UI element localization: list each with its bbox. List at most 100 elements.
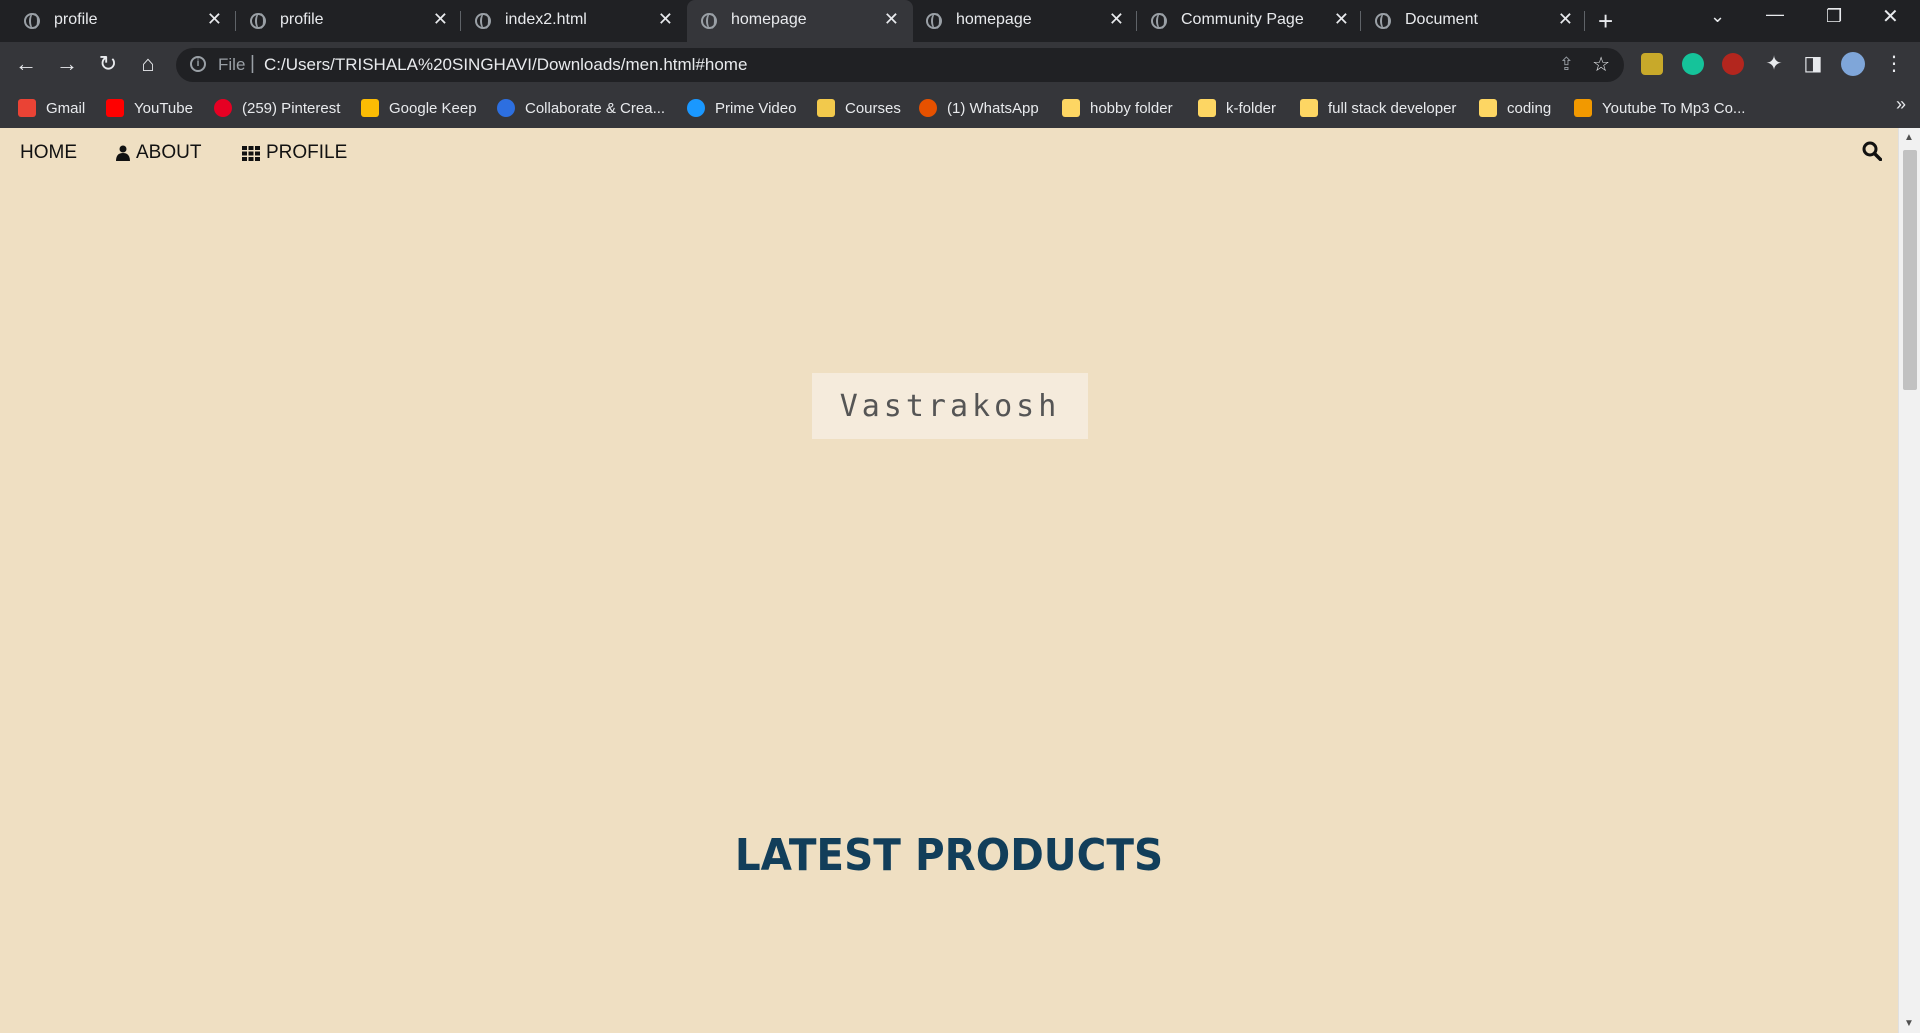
nav-profile-label: PROFILE bbox=[266, 142, 348, 163]
canva-icon bbox=[497, 99, 515, 117]
close-icon[interactable]: ✕ bbox=[658, 9, 673, 30]
close-icon[interactable]: ✕ bbox=[1334, 9, 1349, 30]
bookmark-label: k-folder bbox=[1226, 99, 1277, 117]
bookmark-label: Courses bbox=[845, 99, 901, 117]
tab-community-page[interactable]: Community Page ✕ bbox=[1137, 0, 1363, 42]
bookmark-label: Google Keep bbox=[389, 99, 477, 117]
ublock-icon[interactable] bbox=[1722, 53, 1744, 75]
pinterest-icon bbox=[214, 99, 232, 117]
address-bar[interactable]: i File | C:/Users/TRISHALA%20SINGHAVI/Do… bbox=[176, 48, 1624, 82]
window-close-icon[interactable]: ✕ bbox=[1882, 4, 1899, 29]
scroll-down-arrow-icon[interactable]: ▼ bbox=[1904, 1018, 1914, 1029]
tab-strip: profile ✕ profile ✕ index2.html ✕ homepa… bbox=[0, 0, 1920, 42]
close-icon[interactable]: ✕ bbox=[1558, 9, 1573, 30]
menu-icon[interactable]: ⋮ bbox=[1880, 51, 1908, 76]
bookmarks-bar: Gmail YouTube (259) Pinterest Google Kee… bbox=[0, 88, 1920, 128]
folder-icon bbox=[1300, 99, 1318, 117]
bookmark-gmail[interactable]: Gmail bbox=[18, 96, 85, 120]
extensions-puzzle-icon[interactable]: ✦ bbox=[1760, 51, 1788, 76]
site-navbar: HOME ABOUT PROFILE bbox=[0, 128, 1898, 180]
folder-icon bbox=[1479, 99, 1497, 117]
whatsapp-alert-icon bbox=[919, 99, 937, 117]
tab-homepage[interactable]: homepage ✕ bbox=[912, 0, 1138, 42]
bookmark-coding[interactable]: coding bbox=[1479, 96, 1551, 120]
tab-search-icon[interactable]: ⌄ bbox=[1710, 6, 1725, 27]
browser-chrome: profile ✕ profile ✕ index2.html ✕ homepa… bbox=[0, 0, 1920, 128]
restore-icon[interactable]: ❐ bbox=[1826, 6, 1842, 27]
folder-icon bbox=[1062, 99, 1080, 117]
profile-avatar[interactable] bbox=[1841, 52, 1865, 76]
brand-name: Vastrakosh bbox=[839, 388, 1061, 424]
close-icon[interactable]: ✕ bbox=[207, 9, 222, 30]
reload-icon[interactable]: ↻ bbox=[94, 51, 122, 77]
nav-about-label: ABOUT bbox=[136, 142, 202, 163]
new-tab-button[interactable]: + bbox=[1598, 6, 1613, 37]
close-icon[interactable]: ✕ bbox=[1109, 9, 1124, 30]
scroll-thumb[interactable] bbox=[1903, 150, 1917, 390]
address-url[interactable]: C:/Users/TRISHALA%20SINGHAVI/Downloads/m… bbox=[264, 55, 747, 75]
tab-title: Community Page bbox=[1181, 11, 1304, 28]
tab-profile-1[interactable]: profile ✕ bbox=[10, 0, 236, 42]
bookmark-label: (259) Pinterest bbox=[242, 99, 341, 117]
prime-video-icon bbox=[687, 99, 705, 117]
nav-home-label: HOME bbox=[20, 142, 77, 163]
nav-about[interactable]: ABOUT bbox=[116, 142, 201, 164]
info-icon[interactable]: i bbox=[190, 56, 206, 72]
latest-products-heading: LATEST PRODUCTS bbox=[734, 830, 1164, 881]
bookmark-label: Youtube To Mp3 Co... bbox=[1602, 99, 1746, 117]
gmail-icon bbox=[18, 99, 36, 117]
bookmark-k-folder[interactable]: k-folder bbox=[1198, 96, 1276, 120]
more-bookmarks-icon[interactable]: » bbox=[1896, 94, 1906, 115]
bookmark-youtube-to-mp3[interactable]: Youtube To Mp3 Co... bbox=[1574, 96, 1745, 120]
bookmark-whatsapp[interactable]: (1) WhatsApp bbox=[919, 96, 1039, 120]
bookmark-label: Gmail bbox=[46, 99, 86, 117]
bookmark-youtube[interactable]: YouTube bbox=[106, 96, 193, 120]
close-icon[interactable]: ✕ bbox=[884, 9, 899, 30]
search-icon[interactable] bbox=[1862, 141, 1882, 161]
close-icon[interactable]: ✕ bbox=[433, 9, 448, 30]
bookmark-label: YouTube bbox=[134, 99, 193, 117]
bookmark-star-icon[interactable]: ☆ bbox=[1592, 52, 1610, 77]
side-panel-icon[interactable]: ◨ bbox=[1799, 51, 1827, 76]
bookmark-label: Collaborate & Crea... bbox=[525, 99, 666, 117]
grammarly-icon[interactable] bbox=[1682, 53, 1704, 75]
bookmark-google-keep[interactable]: Google Keep bbox=[361, 96, 477, 120]
bookmark-label: Prime Video bbox=[715, 99, 797, 117]
tab-homepage-active[interactable]: homepage ✕ bbox=[687, 0, 913, 42]
bookmark-label: coding bbox=[1507, 99, 1552, 117]
vertical-scrollbar[interactable]: ▲ ▼ bbox=[1898, 128, 1920, 1033]
forward-icon[interactable]: → bbox=[53, 51, 81, 77]
tab-index2[interactable]: index2.html ✕ bbox=[461, 0, 687, 42]
google-keep-icon bbox=[361, 99, 379, 117]
bookmark-canva[interactable]: Collaborate & Crea... bbox=[497, 96, 665, 120]
bookmark-prime-video[interactable]: Prime Video bbox=[687, 96, 796, 120]
tab-title: profile bbox=[54, 11, 98, 28]
bookmark-full-stack-developer[interactable]: full stack developer bbox=[1300, 96, 1456, 120]
tab-document[interactable]: Document ✕ bbox=[1361, 0, 1587, 42]
globe-icon bbox=[250, 13, 266, 29]
browser-toolbar: ← → ↻ ⌂ i File | C:/Users/TRISHALA%20SIN… bbox=[0, 42, 1920, 88]
extension-icon[interactable] bbox=[1641, 53, 1663, 75]
bookmark-label: (1) WhatsApp bbox=[947, 99, 1039, 117]
share-icon[interactable]: ⇪ bbox=[1559, 54, 1574, 75]
bookmark-hobby-folder[interactable]: hobby folder bbox=[1062, 96, 1173, 120]
back-icon[interactable]: ← bbox=[12, 51, 40, 77]
scroll-up-arrow-icon[interactable]: ▲ bbox=[1904, 132, 1914, 143]
nav-home[interactable]: HOME bbox=[20, 142, 77, 164]
courses-icon bbox=[817, 99, 835, 117]
page-viewport: HOME ABOUT PROFILE Vastrakosh LATEST PRO… bbox=[0, 128, 1920, 1033]
bookmark-pinterest[interactable]: (259) Pinterest bbox=[214, 96, 340, 120]
globe-icon bbox=[1375, 13, 1391, 29]
nav-profile[interactable]: PROFILE bbox=[242, 142, 347, 164]
globe-icon bbox=[475, 13, 491, 29]
bookmark-courses[interactable]: Courses bbox=[817, 96, 901, 120]
brand-logo-box: Vastrakosh bbox=[812, 373, 1088, 439]
tab-separator bbox=[1584, 11, 1585, 31]
globe-icon bbox=[1151, 13, 1167, 29]
home-icon[interactable]: ⌂ bbox=[134, 51, 162, 77]
tab-profile-2[interactable]: profile ✕ bbox=[236, 0, 462, 42]
minimize-icon[interactable]: — bbox=[1766, 4, 1784, 25]
grid-icon bbox=[242, 145, 260, 161]
globe-icon bbox=[926, 13, 942, 29]
globe-icon bbox=[24, 13, 40, 29]
